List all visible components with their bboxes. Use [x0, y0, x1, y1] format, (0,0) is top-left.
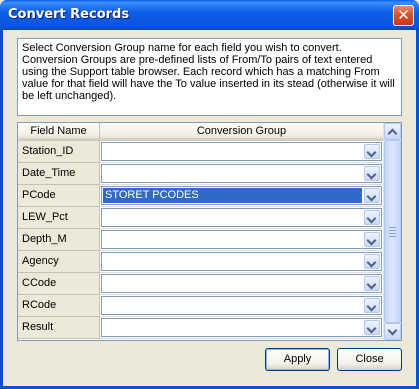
vertical-scrollbar[interactable]: [383, 123, 401, 340]
scroll-up-icon[interactable]: [384, 123, 401, 140]
conversion-group-cell: STORET PCODES: [100, 185, 384, 207]
conversion-group-dropdown[interactable]: STORET PCODES: [101, 186, 382, 205]
table-row: Agency: [18, 251, 384, 273]
conversion-group-dropdown[interactable]: [101, 230, 382, 249]
conversion-group-dropdown[interactable]: [101, 208, 382, 227]
conversion-group-dropdown[interactable]: [101, 252, 382, 271]
scrollbar-thumb[interactable]: [384, 140, 401, 323]
conversion-group-cell: [100, 207, 384, 229]
conversion-group-dropdown[interactable]: [101, 318, 382, 337]
close-button[interactable]: Close: [337, 348, 402, 371]
table-row: RCode: [18, 295, 384, 317]
column-header-conversion-group[interactable]: Conversion Group: [100, 123, 384, 141]
window-title: Convert Records: [8, 7, 130, 22]
grid-header: Field Name Conversion Group: [18, 123, 384, 141]
conversion-group-value[interactable]: [103, 210, 362, 225]
table-row: Date_Time: [18, 163, 384, 185]
thumb-grip-line: [389, 233, 396, 234]
conversion-group-value[interactable]: STORET PCODES: [103, 188, 362, 203]
conversion-group-value[interactable]: [103, 232, 362, 247]
table-row: Station_ID: [18, 141, 384, 163]
field-name-cell: RCode: [18, 295, 100, 317]
conversion-group-dropdown[interactable]: [101, 164, 382, 183]
field-name-cell: PCode: [18, 185, 100, 207]
conversion-group-cell: [100, 141, 384, 163]
thumb-grip-line: [389, 227, 396, 228]
conversion-group-dropdown[interactable]: [101, 274, 382, 293]
instructions-text: Select Conversion Group name for each fi…: [17, 38, 402, 116]
chevron-down-icon[interactable]: [364, 276, 380, 291]
conversion-group-dropdown[interactable]: [101, 142, 382, 161]
field-name-cell: CCode: [18, 273, 100, 295]
conversion-group-value[interactable]: [103, 254, 362, 269]
chevron-down-icon[interactable]: [364, 254, 380, 269]
apply-button[interactable]: Apply: [265, 348, 330, 371]
title-bar[interactable]: Convert Records ✕: [0, 0, 419, 30]
table-row: Depth_M: [18, 229, 384, 251]
conversion-group-dropdown[interactable]: [101, 296, 382, 315]
conversion-group-value[interactable]: [103, 166, 362, 181]
scroll-down-icon[interactable]: [384, 323, 401, 340]
chevron-down-icon[interactable]: [364, 144, 380, 159]
chevron-down-icon[interactable]: [364, 166, 380, 181]
conversion-group-cell: [100, 251, 384, 273]
grid-rows: Station_ID Date_Time PCode STORET PCODES LEW…: [18, 141, 384, 339]
conversion-group-value[interactable]: [103, 320, 362, 335]
field-name-cell: Depth_M: [18, 229, 100, 251]
table-row: CCode: [18, 273, 384, 295]
window-close-button[interactable]: ✕: [393, 5, 414, 26]
conversion-group-cell: [100, 317, 384, 339]
conversion-group-value[interactable]: [103, 144, 362, 159]
field-name-cell: Date_Time: [18, 163, 100, 185]
dialog-body: Select Conversion Group name for each fi…: [3, 30, 416, 386]
conversion-group-value[interactable]: [103, 276, 362, 291]
conversion-group-cell: [100, 229, 384, 251]
field-name-cell: Agency: [18, 251, 100, 273]
table-row: PCode STORET PCODES: [18, 185, 384, 207]
thumb-grip-line: [389, 230, 396, 231]
field-name-cell: LEW_Pct: [18, 207, 100, 229]
conversion-group-cell: [100, 163, 384, 185]
conversion-grid: Field Name Conversion Group Station_ID Da…: [17, 122, 402, 341]
conversion-group-cell: [100, 273, 384, 295]
close-icon: ✕: [397, 6, 410, 24]
convert-records-dialog: Convert Records ✕ Select Conversion Grou…: [0, 0, 419, 389]
thumb-grip-line: [389, 236, 396, 237]
table-row: LEW_Pct: [18, 207, 384, 229]
chevron-down-icon[interactable]: [364, 320, 380, 335]
chevron-down-icon[interactable]: [364, 298, 380, 313]
field-name-cell: Result: [18, 317, 100, 339]
chevron-down-icon[interactable]: [364, 188, 380, 203]
chevron-down-icon[interactable]: [364, 232, 380, 247]
field-name-cell: Station_ID: [18, 141, 100, 163]
chevron-down-icon[interactable]: [364, 210, 380, 225]
conversion-group-cell: [100, 295, 384, 317]
conversion-group-value[interactable]: [103, 298, 362, 313]
column-header-field-name[interactable]: Field Name: [18, 123, 100, 141]
table-row: Result: [18, 317, 384, 339]
